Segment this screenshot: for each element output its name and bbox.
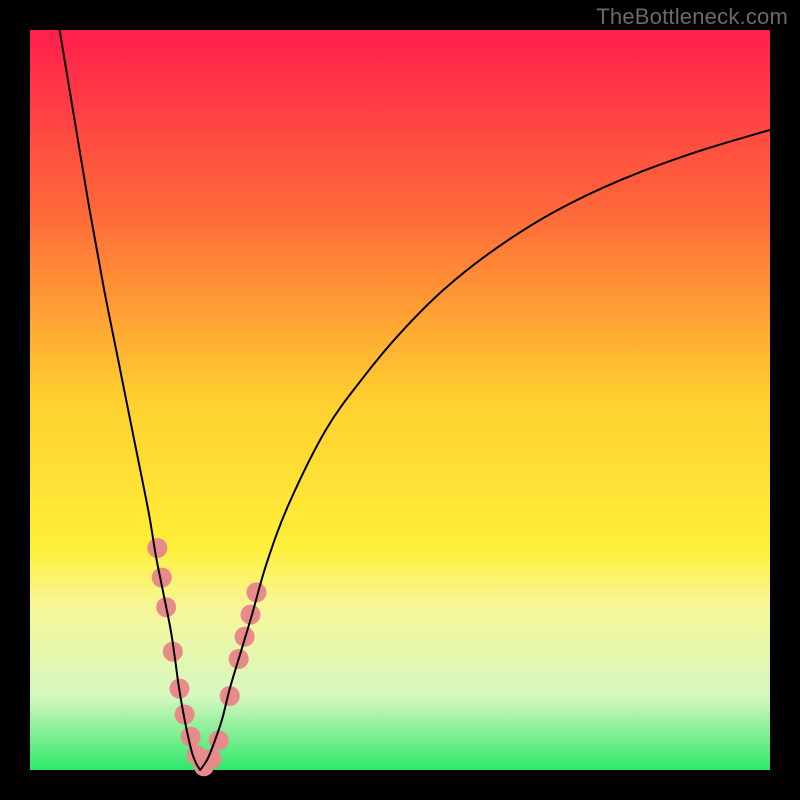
watermark-label: TheBottleneck.com [596,4,788,30]
chart-frame: TheBottleneck.com [0,0,800,800]
chart-svg [30,30,770,770]
marker-layer [147,538,266,776]
curve-right [200,130,770,770]
highlight-dot [147,538,167,558]
